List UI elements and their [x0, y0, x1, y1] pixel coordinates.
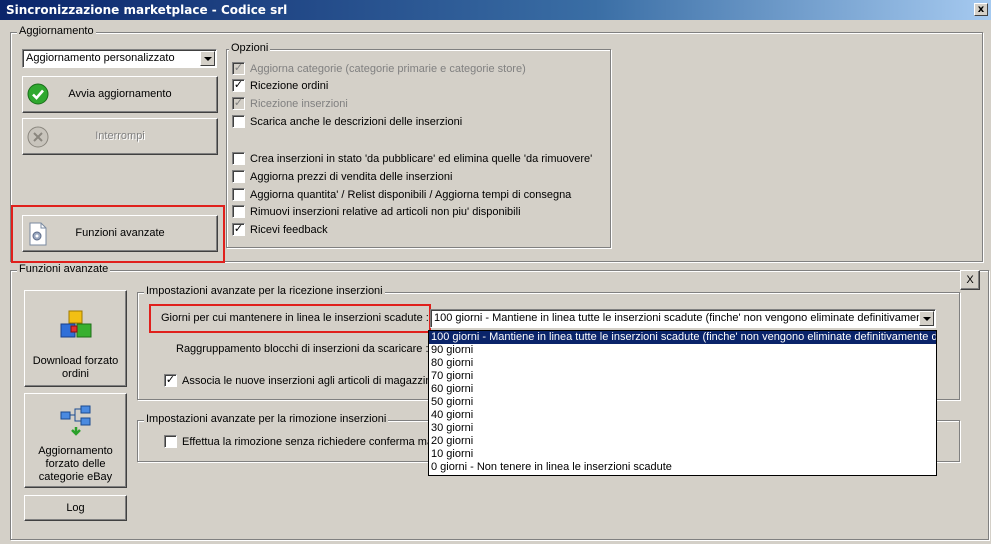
- document-gear-icon: [29, 222, 47, 246]
- option-aggiorna-quantita[interactable]: Aggiorna quantita' / Relist disponibili …: [232, 187, 571, 202]
- window-title: Sincronizzazione marketplace - Codice sr…: [6, 3, 288, 17]
- giorni-option[interactable]: 100 giorni - Mantiene in linea tutte le …: [429, 331, 936, 344]
- hierarchy-icon: [60, 405, 91, 436]
- associa-inserzioni-option[interactable]: ✓ Associa le nuove inserzioni agli artic…: [164, 373, 438, 388]
- option-label: Ricezione inserzioni: [250, 97, 348, 110]
- giorni-option[interactable]: 80 giorni: [429, 357, 936, 370]
- interrompi-button[interactable]: Interrompi: [22, 118, 218, 155]
- giorni-option[interactable]: 10 giorni: [429, 448, 936, 461]
- update-mode-select[interactable]: Aggiornamento personalizzato: [22, 49, 217, 68]
- giorni-option[interactable]: 40 giorni: [429, 409, 936, 422]
- option-checkbox[interactable]: ✓: [232, 97, 245, 110]
- option-crea-inserzioni[interactable]: Crea inserzioni in stato 'da pubblicare'…: [232, 151, 592, 166]
- giorni-option[interactable]: 20 giorni: [429, 435, 936, 448]
- funzioni-avanzate-label: Funzioni avanzate: [75, 227, 165, 239]
- option-checkbox[interactable]: [232, 152, 245, 165]
- option-ricezione-inserzioni[interactable]: ✓ Ricezione inserzioni: [232, 96, 348, 111]
- option-checkbox[interactable]: [232, 115, 245, 128]
- option-rimuovi-inserzioni[interactable]: Rimuovi inserzioni relative ad articoli …: [232, 204, 521, 219]
- giorni-option[interactable]: 50 giorni: [429, 396, 936, 409]
- associa-checkbox[interactable]: ✓: [164, 374, 177, 387]
- chevron-down-icon[interactable]: [200, 51, 215, 66]
- option-label: Aggiorna quantita' / Relist disponibili …: [250, 188, 572, 201]
- effettua-rimozione-option[interactable]: Effettua la rimozione senza richiedere c…: [164, 434, 433, 449]
- opzioni-legend: Opzioni: [229, 42, 271, 54]
- option-checkbox[interactable]: [232, 170, 245, 183]
- giorni-select[interactable]: 100 giorni - Mantiene in linea tutte le …: [430, 309, 936, 328]
- option-checkbox[interactable]: [232, 188, 245, 201]
- raggruppamento-label: Raggruppamento blocchi di inserzioni da …: [176, 343, 429, 355]
- option-checkbox[interactable]: ✓: [232, 62, 245, 75]
- giorni-select-value: 100 giorni - Mantiene in linea tutte le …: [434, 312, 932, 324]
- option-label: Crea inserzioni in stato 'da pubblicare'…: [250, 152, 593, 165]
- giorni-option[interactable]: 60 giorni: [429, 383, 936, 396]
- aggiorna-categorie-ebay-label: Aggiornamento forzato delle categorie eB…: [38, 445, 113, 483]
- update-mode-value: Aggiornamento personalizzato: [26, 52, 175, 64]
- interrompi-label: Interrompi: [95, 130, 145, 142]
- funzioni-avanzate-legend: Funzioni avanzate: [17, 263, 111, 275]
- effettua-label: Effettua la rimozione senza richiedere c…: [182, 435, 434, 448]
- effettua-checkbox[interactable]: [164, 435, 177, 448]
- giorni-dropdown-list[interactable]: 100 giorni - Mantiene in linea tutte le …: [428, 330, 937, 476]
- option-label: Aggiorna categorie (categorie primarie e…: [250, 62, 526, 75]
- download-ordini-button[interactable]: Download forzato ordini: [24, 290, 127, 387]
- option-ricevi-feedback[interactable]: ✓ Ricevi feedback: [232, 222, 328, 237]
- funzioni-avanzate-button[interactable]: Funzioni avanzate: [22, 215, 218, 252]
- close-advanced-button[interactable]: X: [960, 270, 980, 290]
- download-ordini-label: Download forzato ordini: [32, 355, 119, 380]
- option-aggiorna-prezzi[interactable]: Aggiorna prezzi di vendita delle inserzi…: [232, 169, 452, 184]
- giorni-option[interactable]: 30 giorni: [429, 422, 936, 435]
- option-label: Rimuovi inserzioni relative ad articoli …: [250, 205, 521, 218]
- option-scarica-descrizioni[interactable]: Scarica anche le descrizioni delle inser…: [232, 114, 462, 129]
- window-title-bar: Sincronizzazione marketplace - Codice sr…: [0, 0, 991, 20]
- associa-label: Associa le nuove inserzioni agli articol…: [182, 374, 438, 387]
- option-checkbox[interactable]: ✓: [232, 79, 245, 92]
- log-button[interactable]: Log: [24, 495, 127, 521]
- rimozione-inserzioni-legend: Impostazioni avanzate per la rimozione i…: [144, 413, 389, 425]
- option-label: Scarica anche le descrizioni delle inser…: [250, 115, 463, 128]
- option-checkbox[interactable]: ✓: [232, 223, 245, 236]
- giorni-option[interactable]: 0 giorni - Non tenere in linea le inserz…: [429, 461, 936, 474]
- cubes-icon: [60, 310, 92, 338]
- giorni-label: Giorni per cui mantenere in linea le ins…: [161, 312, 429, 324]
- giorni-option[interactable]: 90 giorni: [429, 344, 936, 357]
- stop-icon: [27, 126, 49, 148]
- ricezione-inserzioni-legend: Impostazioni avanzate per la ricezione i…: [144, 285, 385, 297]
- option-label: Ricezione ordini: [250, 79, 329, 92]
- chevron-down-icon[interactable]: [919, 311, 934, 326]
- avvia-aggiornamento-button[interactable]: Avvia aggiornamento: [22, 76, 218, 113]
- check-icon: [27, 83, 49, 105]
- avvia-aggiornamento-label: Avvia aggiornamento: [68, 88, 172, 100]
- option-ricezione-ordini[interactable]: ✓ Ricezione ordini: [232, 78, 328, 93]
- window-close-button[interactable]: x: [974, 3, 988, 16]
- option-label: Ricevi feedback: [250, 223, 328, 236]
- aggiorna-categorie-ebay-button[interactable]: Aggiornamento forzato delle categorie eB…: [24, 393, 127, 488]
- giorni-option[interactable]: 70 giorni: [429, 370, 936, 383]
- option-aggiorna-categorie[interactable]: ✓ Aggiorna categorie (categorie primarie…: [232, 61, 526, 76]
- aggiornamento-legend: Aggiornamento: [17, 25, 96, 37]
- option-checkbox[interactable]: [232, 205, 245, 218]
- option-label: Aggiorna prezzi di vendita delle inserzi…: [250, 170, 453, 183]
